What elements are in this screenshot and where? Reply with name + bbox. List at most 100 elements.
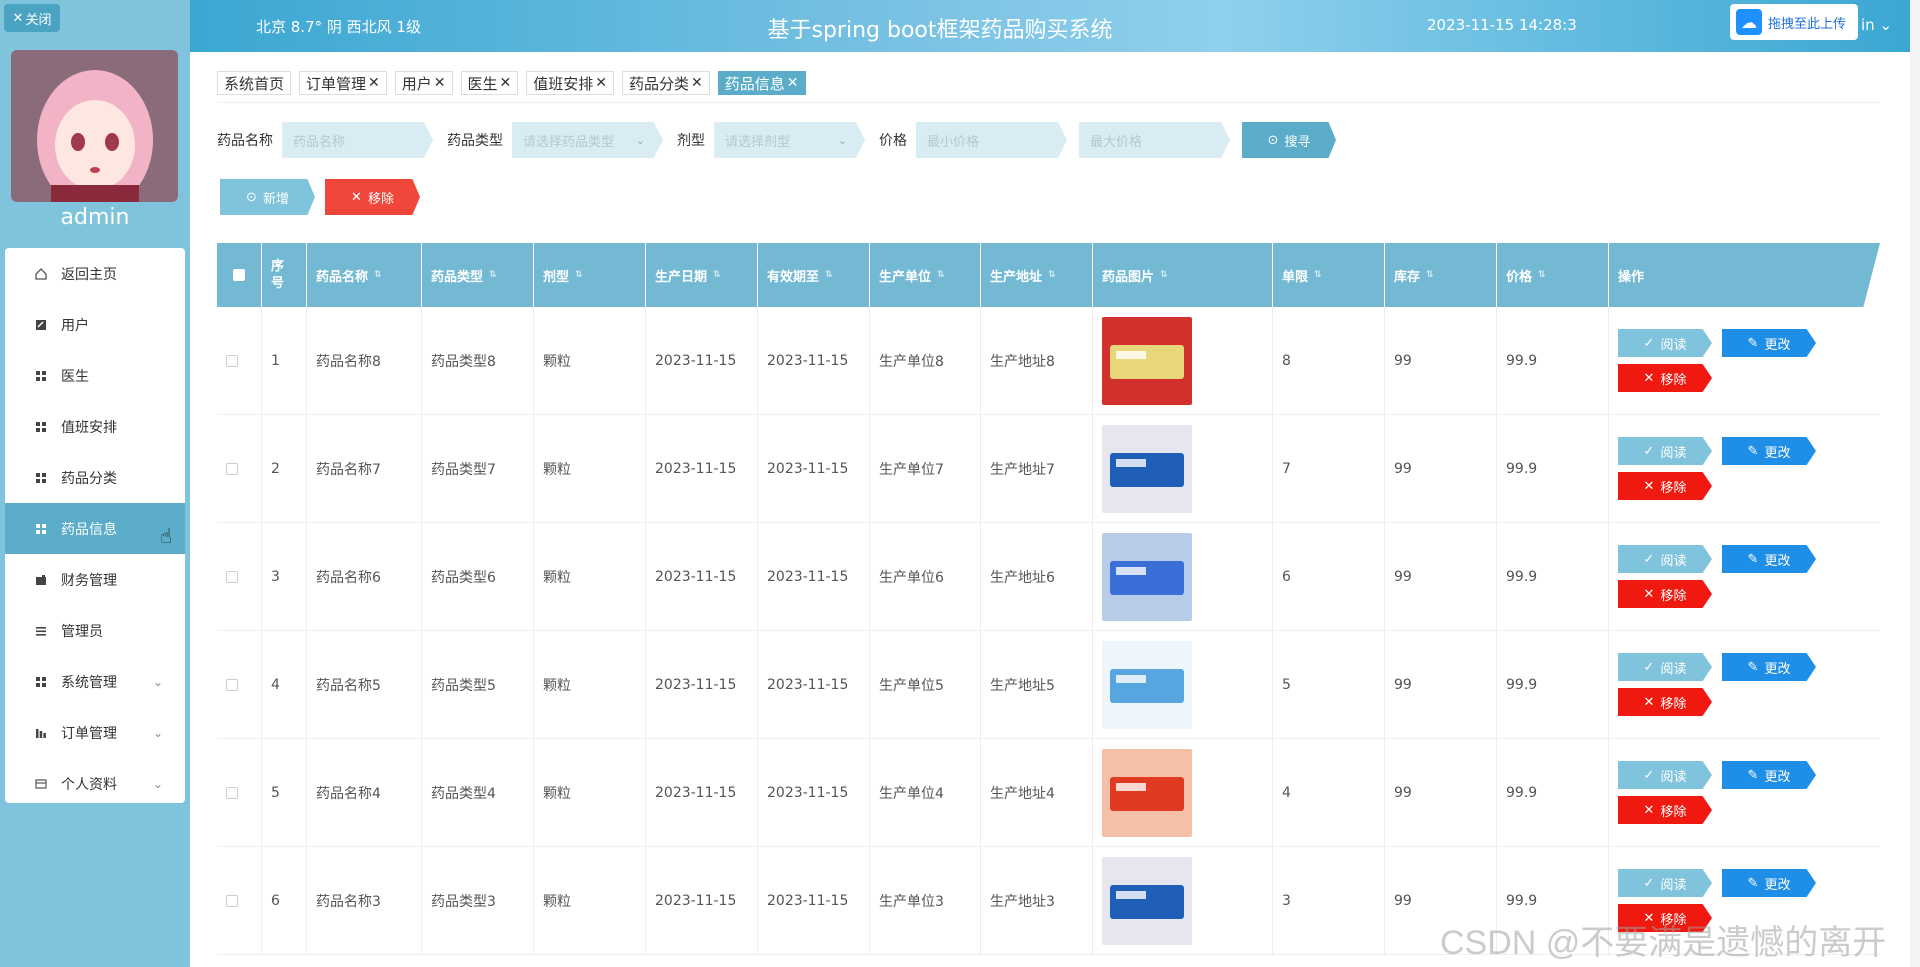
sort-icon[interactable]: ⇅	[1314, 270, 1322, 280]
tab-shifts[interactable]: 值班安排 ✕	[526, 71, 615, 95]
sort-icon[interactable]: ⇅	[1160, 270, 1168, 280]
col-header-address[interactable]: 生产地址 ⇅	[981, 243, 1093, 307]
sort-icon[interactable]: ⇅	[1048, 270, 1056, 280]
min-price-input[interactable]: 最小价格	[916, 122, 1067, 158]
chevron-down-icon: ⌄	[152, 776, 163, 791]
read-button[interactable]: ✓ 阅读	[1618, 869, 1712, 897]
close-icon[interactable]: ✕	[368, 75, 380, 91]
sidebar-item-orders[interactable]: 订单管理 ⌄	[5, 707, 185, 758]
row-remove-button[interactable]: ✕ 移除	[1618, 796, 1712, 824]
edit-button[interactable]: ✎ 更改	[1722, 545, 1816, 573]
close-icon[interactable]: ✕	[595, 75, 607, 91]
check-icon: ✓	[1643, 875, 1655, 891]
col-header-form[interactable]: 剂型 ⇅	[534, 243, 646, 307]
row-remove-button-label: 移除	[1660, 804, 1687, 820]
col-header-type[interactable]: 药品类型 ⇅	[422, 243, 534, 307]
col-header-image[interactable]: 药品图片 ⇅	[1093, 243, 1273, 307]
tab-users[interactable]: 用户 ✕	[394, 71, 453, 95]
col-header-limit[interactable]: 单限 ⇅	[1273, 243, 1385, 307]
tab-label: 医生	[467, 74, 498, 93]
edit-button[interactable]: ✎ 更改	[1722, 437, 1816, 465]
pen-icon: ✎	[1747, 875, 1759, 891]
remove-button[interactable]: ✕ 移除	[325, 179, 420, 215]
read-button[interactable]: ✓ 阅读	[1618, 545, 1712, 573]
row-remove-button[interactable]: ✕ 移除	[1618, 580, 1712, 608]
close-icon[interactable]: ✕	[500, 75, 512, 91]
edit-button[interactable]: ✎ 更改	[1722, 329, 1816, 357]
row-checkbox[interactable]	[226, 678, 238, 691]
col-header-stock[interactable]: 库存 ⇅	[1385, 243, 1497, 307]
read-button[interactable]: ✓ 阅读	[1618, 329, 1712, 357]
sort-icon[interactable]: ⇅	[575, 270, 583, 280]
divider	[217, 102, 1880, 103]
close-icon[interactable]: ✕	[691, 75, 703, 91]
max-price-input[interactable]: 最大价格	[1079, 122, 1230, 158]
col-header-index: 序号	[262, 243, 307, 307]
sort-icon[interactable]: ⇅	[1426, 270, 1434, 280]
close-icon[interactable]: ✕	[434, 75, 446, 91]
read-button[interactable]: ✓ 阅读	[1618, 437, 1712, 465]
tab-drug-info[interactable]: 药品信息 ✕	[717, 71, 806, 95]
row-checkbox[interactable]	[226, 786, 238, 799]
row-checkbox[interactable]	[226, 894, 238, 907]
col-header-prod-date[interactable]: 生产日期 ⇅	[646, 243, 758, 307]
sidebar-item-users[interactable]: 用户	[5, 299, 185, 350]
drug-type-select[interactable]: 请选择药品类型 ⌄	[512, 122, 663, 158]
cell-address: 生产地址8	[981, 307, 1093, 414]
close-sidebar-button[interactable]: ✕ 关闭	[4, 4, 60, 32]
page-scrollbar[interactable]	[1910, 0, 1920, 967]
sidebar-item-profile[interactable]: 个人资料 ⌄	[5, 758, 185, 809]
read-button[interactable]: ✓ 阅读	[1618, 653, 1712, 681]
edit-button[interactable]: ✎ 更改	[1722, 653, 1816, 681]
tab-label: 值班安排	[533, 74, 594, 93]
sort-icon[interactable]: ⇅	[489, 270, 497, 280]
col-header-unit[interactable]: 生产单位 ⇅	[870, 243, 981, 307]
row-checkbox[interactable]	[226, 354, 238, 367]
sidebar-item-admins[interactable]: 管理员	[5, 605, 185, 656]
drag-upload-button[interactable]: ☁ 拖拽至此上传	[1730, 4, 1858, 40]
user-menu[interactable]: in ⌄	[1861, 16, 1892, 34]
row-checkbox[interactable]	[226, 462, 238, 475]
sort-icon[interactable]: ⇅	[937, 270, 945, 280]
row-remove-button[interactable]: ✕ 移除	[1618, 364, 1712, 392]
sidebar-item-doctors[interactable]: 医生	[5, 350, 185, 401]
read-button[interactable]: ✓ 阅读	[1618, 761, 1712, 789]
edit-button[interactable]: ✎ 更改	[1722, 869, 1816, 897]
row-remove-button[interactable]: ✕ 移除	[1618, 472, 1712, 500]
sidebar-item-finance[interactable]: 财务管理	[5, 554, 185, 605]
dosage-form-select[interactable]: 请选择剂型 ⌄	[714, 122, 865, 158]
col-header-name[interactable]: 药品名称 ⇅	[307, 243, 422, 307]
edit-button[interactable]: ✎ 更改	[1722, 761, 1816, 789]
col-header-price[interactable]: 价格 ⇅	[1497, 243, 1609, 307]
add-button[interactable]: ⊙ 新增	[220, 179, 315, 215]
row-checkbox[interactable]	[226, 570, 238, 583]
sort-icon[interactable]: ⇅	[1538, 270, 1546, 280]
sidebar-item-system[interactable]: 系统管理 ⌄	[5, 656, 185, 707]
sidebar-item-drug-info[interactable]: 药品信息	[5, 503, 185, 554]
col-header-expiry[interactable]: 有效期至 ⇅	[758, 243, 870, 307]
chevron-down-icon: ⌄	[837, 133, 847, 147]
tab-bar: 系统首页 订单管理 ✕ 用户 ✕ 医生 ✕ 值班安排 ✕ 药品分类 ✕ 药品信息 ✕	[217, 71, 806, 95]
drug-name-input[interactable]: 药品名称	[282, 122, 433, 158]
search-button[interactable]: ⊙ 搜寻	[1242, 122, 1336, 158]
user-menu-label: in	[1861, 16, 1875, 34]
sort-icon[interactable]: ⇅	[825, 270, 833, 280]
sidebar-item-home[interactable]: 返回主页	[5, 248, 185, 299]
tab-orders[interactable]: 订单管理 ✕	[299, 71, 387, 95]
sidebar-item-shifts[interactable]: 值班安排	[5, 401, 185, 452]
sort-icon[interactable]: ⇅	[374, 270, 382, 280]
tab-doctors[interactable]: 医生 ✕	[460, 71, 519, 95]
cell-index: 2	[262, 415, 307, 522]
tab-drug-category[interactable]: 药品分类 ✕	[622, 71, 710, 95]
tab-home[interactable]: 系统首页	[217, 71, 292, 95]
cell-stock: 99	[1385, 739, 1497, 846]
drug-image-cell	[1093, 307, 1273, 414]
sort-icon[interactable]: ⇅	[713, 270, 721, 280]
edit-button-label: 更改	[1764, 877, 1791, 893]
sidebar-item-drug-category[interactable]: 药品分类	[5, 452, 185, 503]
close-icon[interactable]: ✕	[787, 75, 799, 91]
cell-type: 药品类型4	[422, 739, 534, 846]
row-remove-button[interactable]: ✕ 移除	[1618, 688, 1712, 716]
table-row: 4 药品名称5 药品类型5 颗粒 2023-11-15 2023-11-15 生产单位5 生产…	[217, 631, 1880, 739]
select-all-checkbox[interactable]	[233, 269, 245, 281]
